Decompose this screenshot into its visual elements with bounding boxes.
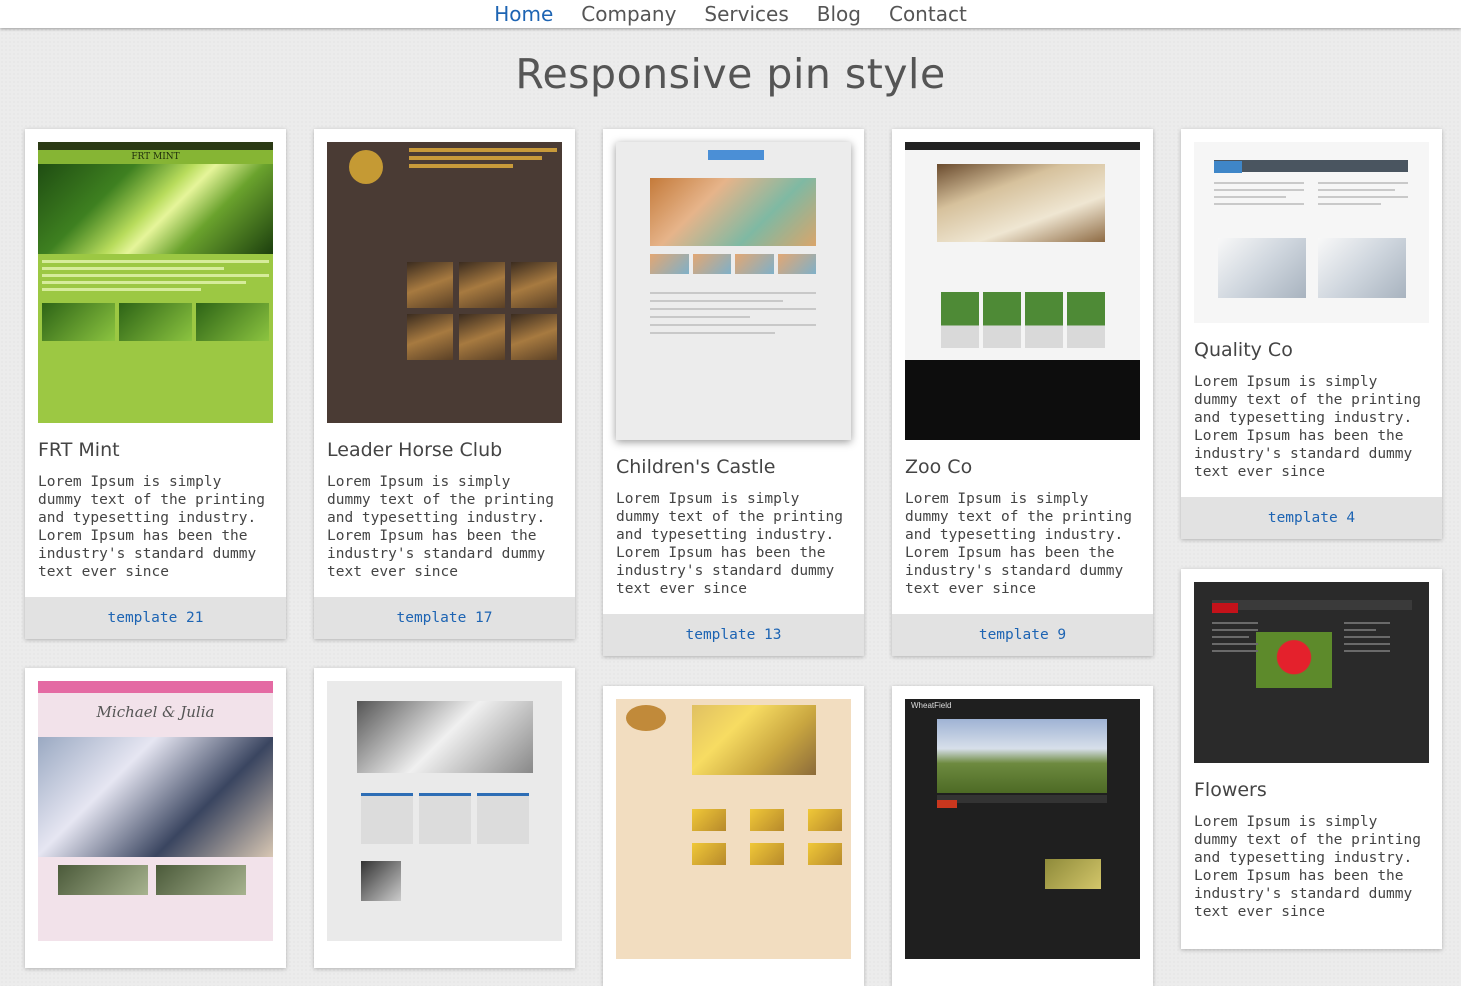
pin-card-portfolio bbox=[314, 668, 575, 968]
template-thumbnail[interactable] bbox=[327, 142, 562, 423]
template-thumbnail[interactable] bbox=[327, 681, 562, 941]
pin-card-flowers: Flowers Lorem Ipsum is simply dummy text… bbox=[1181, 569, 1442, 949]
card-description: Lorem Ipsum is simply dummy text of the … bbox=[616, 491, 843, 597]
template-thumbnail[interactable] bbox=[1194, 582, 1429, 763]
nav-blog[interactable]: Blog bbox=[817, 2, 861, 26]
nav-contact[interactable]: Contact bbox=[889, 2, 967, 26]
template-thumbnail[interactable] bbox=[1194, 142, 1429, 323]
pin-card-corn-food bbox=[603, 686, 864, 986]
card-description: Lorem Ipsum is simply dummy text of the … bbox=[1194, 374, 1421, 480]
card-footer: template 4 bbox=[1181, 497, 1442, 539]
thumb-title: Michael & Julia bbox=[96, 703, 215, 721]
pin-card-frt-mint: FRT MINT FRT Mint Lorem Ipsum is simply … bbox=[25, 129, 286, 639]
template-thumbnail[interactable] bbox=[616, 142, 851, 440]
pin-card-leader-horse-club: Leader Horse Club Lorem Ipsum is simply … bbox=[314, 129, 575, 639]
page-title: Responsive pin style bbox=[515, 50, 946, 98]
template-link[interactable]: template 13 bbox=[685, 627, 781, 643]
template-link[interactable]: template 4 bbox=[1268, 510, 1355, 526]
template-thumbnail[interactable] bbox=[616, 699, 851, 959]
card-title: Leader Horse Club bbox=[327, 439, 503, 461]
template-thumbnail[interactable]: Michael & Julia bbox=[38, 681, 273, 941]
nav-services[interactable]: Services bbox=[704, 2, 788, 26]
card-title: Zoo Co bbox=[905, 456, 973, 478]
top-nav: Home Company Services Blog Contact bbox=[0, 0, 1461, 28]
card-title: Quality Co bbox=[1194, 339, 1293, 361]
pin-card-quality-co: Quality Co Lorem Ipsum is simply dummy t… bbox=[1181, 129, 1442, 539]
template-link[interactable]: template 21 bbox=[107, 610, 203, 626]
card-description: Lorem Ipsum is simply dummy text of the … bbox=[905, 491, 1132, 597]
pin-card-childrens-castle: Children's Castle Lorem Ipsum is simply … bbox=[603, 129, 864, 656]
pin-card-wheatfield: WheatField bbox=[892, 686, 1153, 986]
card-description: Lorem Ipsum is simply dummy text of the … bbox=[1194, 814, 1421, 920]
template-link[interactable]: template 9 bbox=[979, 627, 1066, 643]
thumb-title: FRT MINT bbox=[38, 150, 273, 164]
card-footer: template 21 bbox=[25, 597, 286, 639]
card-title: Flowers bbox=[1194, 779, 1267, 801]
pin-card-zoo-co: Zoo Co Lorem Ipsum is simply dummy text … bbox=[892, 129, 1153, 656]
card-title: Children's Castle bbox=[616, 456, 776, 478]
card-footer: template 17 bbox=[314, 597, 575, 639]
card-title: FRT Mint bbox=[38, 439, 120, 461]
pin-card-wedding: Michael & Julia bbox=[25, 668, 286, 968]
thumb-title: WheatField bbox=[911, 701, 952, 710]
template-link[interactable]: template 17 bbox=[396, 610, 492, 626]
nav-home[interactable]: Home bbox=[494, 2, 553, 26]
template-thumbnail[interactable]: FRT MINT bbox=[38, 142, 273, 423]
nav-company[interactable]: Company bbox=[581, 2, 676, 26]
template-thumbnail[interactable]: WheatField bbox=[905, 699, 1140, 959]
card-footer: template 9 bbox=[892, 614, 1153, 656]
template-thumbnail[interactable] bbox=[905, 142, 1140, 440]
card-description: Lorem Ipsum is simply dummy text of the … bbox=[327, 474, 554, 580]
card-footer: template 13 bbox=[603, 614, 864, 656]
card-description: Lorem Ipsum is simply dummy text of the … bbox=[38, 474, 265, 580]
